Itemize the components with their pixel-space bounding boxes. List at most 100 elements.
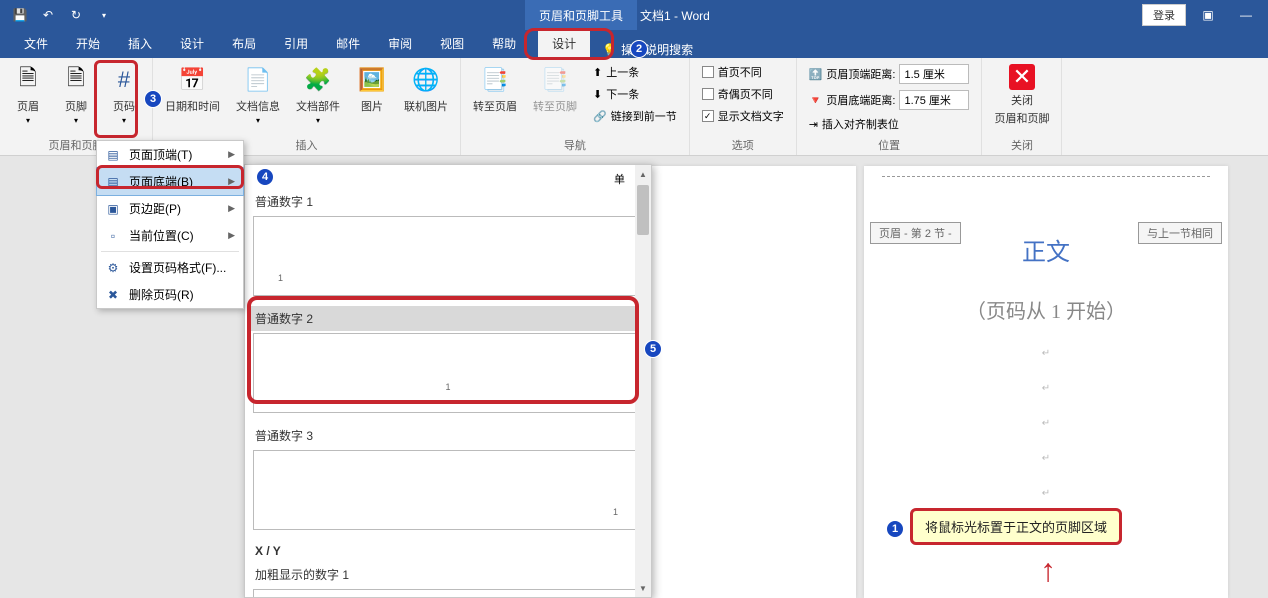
header-top-row: 🔝页眉顶端距离:1.5 厘米 bbox=[805, 62, 974, 86]
tab-review[interactable]: 审阅 bbox=[374, 29, 426, 58]
undo-icon[interactable]: ↶ bbox=[36, 3, 60, 27]
lightbulb-icon: 💡 bbox=[602, 43, 617, 57]
goto-header-button[interactable]: 📑 转至页眉 bbox=[469, 62, 521, 116]
checkbox-checked-icon: ✓ bbox=[702, 110, 714, 122]
tab-help[interactable]: 帮助 bbox=[478, 29, 530, 58]
step-2-badge: 2 bbox=[630, 40, 648, 58]
header-icon: 🗎 bbox=[12, 64, 44, 96]
header-top-input[interactable]: 1.5 厘米 bbox=[899, 64, 969, 84]
datetime-label: 日期和时间 bbox=[165, 98, 220, 114]
close-label: 关闭 bbox=[1011, 92, 1033, 108]
page-number-button[interactable]: # 页码 ▾ bbox=[104, 62, 144, 127]
gallery-item-plain3[interactable]: 1 bbox=[253, 450, 643, 530]
goto-header-icon: 📑 bbox=[479, 64, 511, 96]
save-icon[interactable]: 💾 bbox=[8, 3, 32, 27]
datetime-button[interactable]: 📅 日期和时间 bbox=[161, 62, 224, 116]
gallery-item-plain1[interactable]: 1 bbox=[253, 216, 643, 296]
step-3-badge: 3 bbox=[144, 90, 162, 108]
tab-design[interactable]: 设计 bbox=[166, 29, 218, 58]
goto-footer-label: 转至页脚 bbox=[533, 98, 577, 114]
footer-bottom-label: 页眉底端距离: bbox=[826, 92, 895, 108]
step-4-badge: 4 bbox=[256, 168, 274, 186]
align-tab-label: 插入对齐制表位 bbox=[822, 116, 899, 132]
header-button[interactable]: 🗎 页眉 ▾ bbox=[8, 62, 48, 127]
docinfo-button[interactable]: 📄 文档信息 ▾ bbox=[232, 62, 284, 127]
quickparts-button[interactable]: 🧩 文档部件 ▾ bbox=[292, 62, 344, 127]
qat-dropdown-icon[interactable]: ▾ bbox=[92, 3, 116, 27]
header-label: 页眉 bbox=[17, 98, 39, 114]
paragraph-mark: ↵ bbox=[864, 464, 1228, 499]
chevron-right-icon: ▶ bbox=[228, 176, 235, 187]
dropdown-bottom-of-page[interactable]: ▤ 页面底端(B) ▶ bbox=[96, 167, 244, 196]
gallery-scroll-area[interactable]: 单 普通数字 1 1 普通数字 2 1 普通数字 3 1 X / Y 加粗显示的… bbox=[245, 165, 651, 597]
close-hf-button[interactable]: ✕ 关闭 页眉和页脚 bbox=[990, 62, 1053, 128]
redo-icon[interactable]: ↻ bbox=[64, 3, 88, 27]
next-section-button[interactable]: ⬇下一条 bbox=[589, 84, 681, 104]
page-margin-icon: ▣ bbox=[105, 201, 121, 217]
tab-insert[interactable]: 插入 bbox=[114, 29, 166, 58]
dropdown-margin-label: 页边距(P) bbox=[129, 200, 181, 217]
scroll-up-icon[interactable]: ▲ bbox=[637, 167, 649, 181]
close-hf-label: 页眉和页脚 bbox=[994, 110, 1049, 126]
tab-file[interactable]: 文件 bbox=[10, 29, 62, 58]
picture-button[interactable]: 🖼️ 图片 bbox=[352, 62, 392, 116]
gallery-scrollbar[interactable]: ▲ ▼ bbox=[635, 165, 651, 597]
format-icon: ⚙ bbox=[105, 260, 121, 276]
minimize-icon[interactable]: — bbox=[1230, 3, 1262, 27]
header-top-label: 页眉顶端距离: bbox=[826, 66, 895, 82]
header-distance-icon: 🔝 bbox=[809, 68, 823, 81]
group-navigation: 📑 转至页眉 📑 转至页脚 ⬆上一条 ⬇下一条 🔗链接到前一节 导航 bbox=[461, 58, 690, 155]
gallery-item-bold1[interactable] bbox=[253, 589, 643, 597]
chevron-right-icon: ▶ bbox=[228, 203, 235, 214]
login-button[interactable]: 登录 bbox=[1142, 4, 1186, 26]
footer-label: 页脚 bbox=[65, 98, 87, 114]
dropdown-current-position[interactable]: ▫ 当前位置(C) ▶ bbox=[97, 222, 243, 249]
tab-references[interactable]: 引用 bbox=[270, 29, 322, 58]
gallery-item-bold1-title: 加粗显示的数字 1 bbox=[249, 562, 647, 587]
gallery-item-plain2[interactable]: 1 bbox=[253, 333, 643, 413]
link-previous-button[interactable]: 🔗链接到前一节 bbox=[589, 106, 681, 126]
current-position-icon: ▫ bbox=[105, 228, 121, 244]
dropdown-separator bbox=[101, 251, 239, 252]
goto-footer-button[interactable]: 📑 转至页脚 bbox=[529, 62, 581, 116]
group-label-options: 选项 bbox=[698, 135, 788, 155]
gallery-truncated-header: 单 bbox=[249, 169, 647, 189]
tab-mail[interactable]: 邮件 bbox=[322, 29, 374, 58]
show-doc-text-checkbox[interactable]: ✓ 显示文档文字 bbox=[698, 106, 788, 126]
tab-view[interactable]: 视图 bbox=[426, 29, 478, 58]
quickparts-icon: 🧩 bbox=[302, 64, 334, 96]
footer-bottom-input[interactable]: 1.75 厘米 bbox=[899, 90, 969, 110]
align-tab-icon: ⇥ bbox=[809, 118, 818, 131]
dropdown-page-margins[interactable]: ▣ 页边距(P) ▶ bbox=[97, 195, 243, 222]
align-tab-button[interactable]: ⇥ 插入对齐制表位 bbox=[805, 114, 974, 134]
page-bottom-icon: ▤ bbox=[105, 174, 121, 190]
checkbox-icon bbox=[702, 88, 714, 100]
paragraph-mark: ↵ bbox=[864, 429, 1228, 464]
picture-label: 图片 bbox=[361, 98, 383, 114]
scroll-thumb[interactable] bbox=[637, 185, 649, 235]
gallery-item-plain3-title: 普通数字 3 bbox=[249, 423, 647, 448]
footer-button[interactable]: 🗎 页脚 ▾ bbox=[56, 62, 96, 127]
group-close: ✕ 关闭 页眉和页脚 关闭 bbox=[982, 58, 1062, 155]
tab-home[interactable]: 开始 bbox=[62, 29, 114, 58]
tab-layout[interactable]: 布局 bbox=[218, 29, 270, 58]
dropdown-current-label: 当前位置(C) bbox=[129, 227, 194, 244]
dropdown-remove-page-numbers[interactable]: ✖ 删除页码(R) bbox=[97, 281, 243, 308]
dropdown-format-page-numbers[interactable]: ⚙ 设置页码格式(F)... bbox=[97, 254, 243, 281]
step-1-badge: 1 bbox=[886, 520, 904, 538]
scroll-down-icon[interactable]: ▼ bbox=[637, 581, 649, 595]
next-label: 下一条 bbox=[606, 86, 639, 102]
first-diff-label: 首页不同 bbox=[718, 64, 762, 80]
odd-even-diff-checkbox[interactable]: 奇偶页不同 bbox=[698, 84, 788, 104]
remove-icon: ✖ bbox=[105, 287, 121, 303]
page-number-dropdown: ▤ 页面顶端(T) ▶ ▤ 页面底端(B) ▶ ▣ 页边距(P) ▶ ▫ 当前位… bbox=[96, 140, 244, 309]
dropdown-top-of-page[interactable]: ▤ 页面顶端(T) ▶ bbox=[97, 141, 243, 168]
online-picture-button[interactable]: 🌐 联机图片 bbox=[400, 62, 452, 116]
online-picture-label: 联机图片 bbox=[404, 98, 448, 114]
first-page-diff-checkbox[interactable]: 首页不同 bbox=[698, 62, 788, 82]
prev-section-button[interactable]: ⬆上一条 bbox=[589, 62, 681, 82]
tab-hf-design[interactable]: 设计 bbox=[538, 29, 590, 58]
show-doc-label: 显示文档文字 bbox=[718, 108, 784, 124]
group-label-position: 位置 bbox=[805, 135, 974, 155]
ribbon-display-icon[interactable]: ▣ bbox=[1192, 3, 1224, 27]
